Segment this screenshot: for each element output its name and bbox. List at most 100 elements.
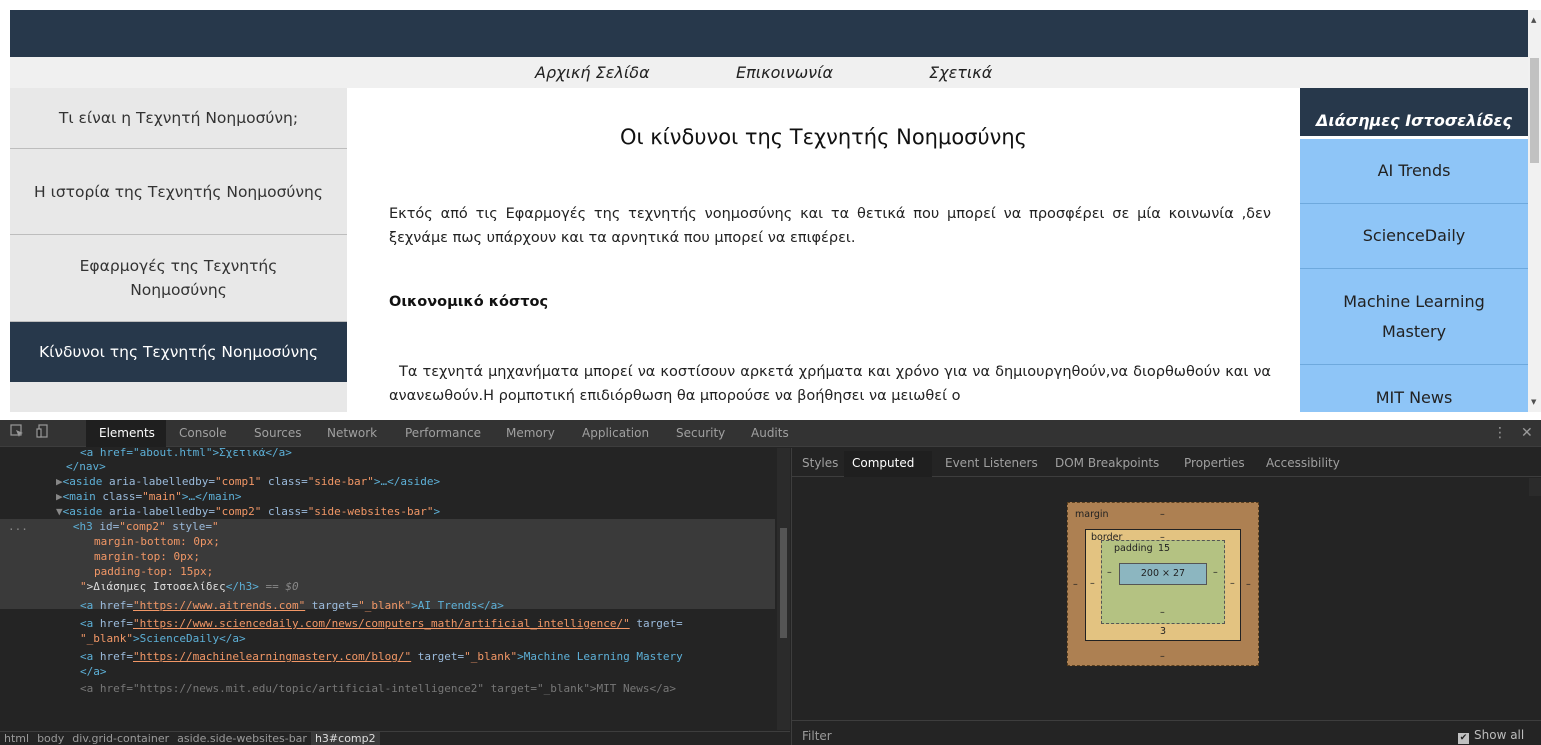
intro-paragraph: Εκτός από τις Εφαρμογές της τεχνητής νοη… (389, 206, 1271, 246)
close-icon[interactable]: ✕ (1521, 425, 1533, 441)
code-link[interactable]: "https://www.aitrends.com" (133, 599, 305, 612)
dom-node-line[interactable]: ... <h3 id="comp2" style=" (0, 519, 775, 534)
website-link-machine-learning-mastery[interactable]: Machine Learning Mastery (1300, 269, 1528, 365)
code-text: >…</main> (181, 490, 242, 503)
page-scroll-thumb[interactable] (1530, 58, 1539, 163)
dom-node-line[interactable]: padding-top: 15px; (0, 564, 775, 579)
code-link[interactable]: "https://www.sciencedaily.com/news/compu… (133, 617, 630, 630)
tab-network[interactable]: Network (327, 426, 377, 440)
tab-styles[interactable]: Styles (802, 456, 838, 470)
expand-triangle-icon[interactable]: ▶ (56, 490, 63, 503)
website-link-mit-news[interactable]: MIT News (1300, 365, 1528, 412)
elements-scrollbar[interactable] (777, 448, 790, 730)
code-text: <aside (62, 505, 103, 518)
code-text: class= (95, 490, 143, 503)
tab-elements[interactable]: Elements (99, 426, 155, 440)
elements-scroll-thumb[interactable] (780, 528, 787, 638)
dom-node-line[interactable]: <a href="https://www.aitrends.com" targe… (0, 598, 775, 613)
dom-node-line[interactable]: ▶<main class="main">…</main> (0, 489, 775, 504)
website-link-sciencedaily[interactable]: ScienceDaily (1300, 204, 1528, 269)
padding-right-value: – (1213, 567, 1218, 578)
code-text: </nav> (66, 460, 106, 473)
nav-link-about[interactable]: Σχετικά (929, 63, 992, 82)
code-text: target= (305, 599, 359, 612)
breadcrumb-item[interactable]: aside.side-websites-bar (173, 732, 311, 745)
page-scrollbar[interactable]: ▲ ▼ (1528, 10, 1541, 412)
box-model-border[interactable]: border – 3 – – padding 15 – – – 200 × 27 (1085, 529, 1241, 641)
box-model-margin[interactable]: margin – – – – border – 3 – – padding 15… (1067, 502, 1259, 666)
dom-node-line[interactable]: ">Διάσημες Ιστοσελίδες</h3> == $0 (0, 579, 775, 594)
dom-node-line[interactable]: margin-top: 0px; (0, 549, 775, 564)
tab-memory[interactable]: Memory (506, 426, 555, 440)
collapse-triangle-icon[interactable]: ▼ (56, 505, 63, 518)
code-text: >ScienceDaily</a> (132, 632, 246, 645)
padding-top-value: 15 (1158, 543, 1171, 554)
scroll-up-arrow-icon[interactable]: ▲ (1531, 16, 1536, 24)
website-link-ai-trends[interactable]: AI Trends (1300, 139, 1528, 204)
more-options-icon[interactable]: ⋮ (1493, 425, 1507, 441)
tab-accessibility[interactable]: Accessibility (1266, 456, 1340, 470)
side-websites-bar: Διάσημες Ιστοσελίδες AI Trends ScienceDa… (1300, 88, 1528, 412)
styles-side-pane: Styles Computed Event Listeners DOM Brea… (791, 448, 1541, 745)
inspect-icon[interactable] (10, 424, 24, 442)
nav-link-home[interactable]: Αρχική Σελίδα (535, 63, 650, 82)
margin-bottom-value: – (1160, 651, 1165, 662)
code-text: class= (261, 505, 308, 518)
dom-node-line[interactable]: </nav> (0, 459, 775, 474)
tab-console[interactable]: Console (179, 426, 227, 440)
expand-triangle-icon[interactable]: ▶ (56, 475, 63, 488)
sidebar-item-history[interactable]: Η ιστορία της Τεχνητής Νοημοσύνης (10, 149, 347, 235)
padding-left-value: – (1107, 567, 1112, 578)
code-text: <a (80, 599, 94, 612)
dom-node-line[interactable]: </a> (0, 664, 775, 679)
code-text: <a href="about.html">Σχετικά</a> (80, 448, 292, 459)
sidebar-item-applications[interactable]: Εφαρμογές της Τεχνητής Νοημοσύνης (10, 235, 347, 322)
breadcrumb-item[interactable]: body (33, 732, 68, 745)
top-navigation: Αρχική Σελίδα Επικοινωνία Σχετικά (10, 57, 1528, 88)
dom-node-line[interactable]: ▼<aside aria-labelledby="comp2" class="s… (0, 504, 775, 519)
code-text: id= (92, 520, 120, 533)
tab-application[interactable]: Application (582, 426, 649, 440)
filter-row: Filter ✔ Show all (792, 720, 1541, 745)
breadcrumb-item[interactable]: html (0, 732, 33, 745)
tab-performance[interactable]: Performance (405, 426, 481, 440)
side-pane-scrollbar[interactable] (1529, 478, 1541, 496)
dom-node-line[interactable]: <a href="https://machinelearningmastery.… (0, 649, 775, 664)
tab-audits[interactable]: Audits (751, 426, 789, 440)
dom-node-line[interactable]: "_blank">ScienceDaily</a> (0, 631, 775, 646)
tab-properties[interactable]: Properties (1184, 456, 1245, 470)
code-text: href= (93, 617, 133, 630)
breadcrumb-item[interactable]: div.grid-container (68, 732, 173, 745)
tab-sources[interactable]: Sources (254, 426, 301, 440)
filter-input[interactable]: Filter (802, 729, 832, 743)
dom-node-line[interactable]: margin-bottom: 0px; (0, 534, 775, 549)
code-text: "comp1" (214, 475, 262, 488)
tab-security[interactable]: Security (676, 426, 725, 440)
code-text: "_blank" (358, 599, 412, 612)
code-text: aria-labelledby= (102, 475, 215, 488)
code-text: <main (62, 490, 96, 503)
code-link[interactable]: "https://machinelearningmastery.com/blog… (133, 650, 411, 663)
scroll-down-arrow-icon[interactable]: ▼ (1531, 398, 1536, 406)
nav-link-contact[interactable]: Επικοινωνία (736, 63, 833, 82)
code-text: >…</aside> (373, 475, 441, 488)
sidebar-item-dangers[interactable]: Κίνδυνοι της Τεχνητής Νοημοσύνης (10, 322, 347, 382)
box-model-padding[interactable]: padding 15 – – – 200 × 27 (1101, 540, 1225, 624)
box-model-content[interactable]: 200 × 27 (1119, 563, 1207, 585)
code-text: <a (80, 617, 94, 630)
section-paragraph: Τα τεχνητά μηχανήματα μπορεί να κοστίσου… (389, 364, 1271, 404)
margin-top-value: – (1160, 509, 1165, 520)
device-toolbar-icon[interactable] (36, 424, 50, 442)
breadcrumb-item-active[interactable]: h3#comp2 (310, 732, 380, 745)
dom-node-line[interactable]: <a href="https://www.sciencedaily.com/ne… (0, 616, 775, 631)
dom-node-line[interactable]: ▶<aside aria-labelledby="comp1" class="s… (0, 474, 775, 489)
code-text: href= (93, 650, 133, 663)
dom-node-line[interactable]: <a href="https://news.mit.edu/topic/arti… (0, 681, 775, 696)
show-all-checkbox[interactable]: ✔ Show all (1458, 728, 1524, 744)
sidebar-item-what-is-ai[interactable]: Τι είναι η Τεχνητή Νοημοσύνη; (10, 88, 347, 149)
code-text: margin-bottom: 0px; (94, 535, 220, 548)
tab-computed[interactable]: Computed (852, 456, 914, 470)
tab-event-listeners[interactable]: Event Listeners (945, 456, 1038, 470)
devtools-tabbar: Elements Console Sources Network Perform… (0, 420, 1541, 447)
tab-dom-breakpoints[interactable]: DOM Breakpoints (1055, 456, 1159, 470)
